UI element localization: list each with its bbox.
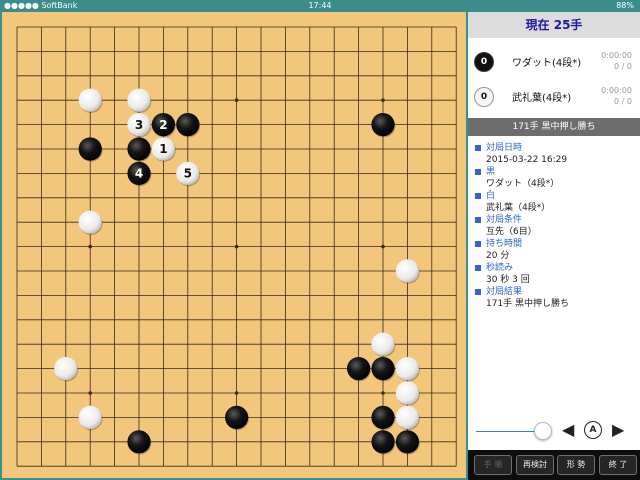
game-info-list: 対局日時 2015-03-22 16:29 黒 ワダット（4段*） 白 武礼葉（… bbox=[468, 142, 640, 310]
black-stone bbox=[395, 430, 419, 454]
info-label-byoyomi: 秒読み bbox=[468, 262, 640, 274]
black-stone bbox=[225, 405, 249, 429]
white-stone bbox=[78, 88, 102, 112]
white-player-name: 武礼葉(4段*) bbox=[512, 93, 572, 104]
bullet-square-icon bbox=[475, 241, 481, 247]
black-byoyomi: 0 / 0 bbox=[614, 62, 632, 71]
end-button[interactable]: 終 了 bbox=[599, 455, 637, 475]
info-label-time-limit: 持ち時間 bbox=[468, 238, 640, 250]
star-point bbox=[381, 98, 385, 102]
info-value-black: ワダット（4段*） bbox=[486, 179, 560, 189]
white-stone bbox=[395, 405, 419, 429]
white-stone bbox=[78, 405, 102, 429]
status-bar: ●●●●● SoftBank 17:44 88% bbox=[0, 0, 640, 12]
black-captures-badge: 0 bbox=[474, 52, 494, 72]
info-value-date: 2015-03-22 16:29 bbox=[486, 155, 568, 165]
star-point bbox=[381, 391, 385, 395]
move-number-label: 2 bbox=[159, 118, 167, 132]
black-player-name: ワダット(4段*) bbox=[512, 58, 582, 69]
move-slider-track[interactable] bbox=[476, 431, 542, 432]
info-value-result: 171手 黒中押し勝ち bbox=[486, 299, 570, 309]
clock-label: 17:44 bbox=[308, 1, 332, 10]
white-stone bbox=[371, 332, 395, 356]
bullet-square-icon bbox=[475, 169, 481, 175]
review-button[interactable]: 再検討 bbox=[516, 455, 554, 475]
white-stone bbox=[54, 357, 78, 381]
info-value-byoyomi: 30 秒 3 回 bbox=[486, 275, 530, 285]
player-white-row: 0 武礼葉(4段*) 0:00:00 0 / 0 bbox=[468, 81, 640, 111]
bullet-square-icon bbox=[475, 217, 481, 223]
playback-controls: ◀ A ▶ bbox=[468, 417, 640, 445]
black-stone bbox=[127, 137, 151, 161]
move-slider-knob[interactable] bbox=[534, 422, 552, 440]
white-stone bbox=[395, 259, 419, 283]
move-number-label: 4 bbox=[135, 167, 143, 181]
bullet-square-icon bbox=[475, 265, 481, 271]
white-stone bbox=[395, 357, 419, 381]
black-time: 0:00:00 bbox=[601, 51, 632, 60]
star-point bbox=[88, 244, 92, 249]
go-board-area[interactable]: 3 2 1 4 5 bbox=[2, 12, 466, 478]
move-number-label: 1 bbox=[159, 142, 167, 156]
info-label-conditions: 対局条件 bbox=[468, 214, 640, 226]
next-move-icon[interactable]: ▶ bbox=[612, 422, 624, 438]
white-byoyomi: 0 / 0 bbox=[614, 97, 632, 106]
game-info-panel: 現在 25手 0 ワダット(4段*) 0:00:00 0 / 0 0 武礼葉(4… bbox=[468, 12, 640, 480]
white-captures-badge: 0 bbox=[474, 87, 494, 107]
black-stone bbox=[371, 113, 395, 137]
black-stone bbox=[127, 430, 151, 454]
info-value-white: 武礼葉（4段*） bbox=[486, 203, 551, 213]
black-stone bbox=[347, 357, 371, 381]
white-stone bbox=[127, 88, 151, 112]
black-stone bbox=[176, 113, 200, 137]
info-label-date: 対局日時 bbox=[468, 142, 640, 154]
move-number-label: 5 bbox=[184, 167, 192, 181]
star-point bbox=[381, 244, 385, 249]
info-label-white: 白 bbox=[468, 190, 640, 202]
white-player-clock: 0:00:00 0 / 0 bbox=[601, 85, 632, 107]
position-eval-button[interactable]: 形 勢 bbox=[557, 455, 595, 475]
bullet-square-icon bbox=[475, 193, 481, 199]
battery-label: 88% bbox=[616, 1, 634, 10]
info-label-result: 対局結果 bbox=[468, 286, 640, 298]
info-value-time-limit: 20 分 bbox=[486, 251, 510, 261]
black-stone bbox=[78, 137, 102, 161]
player-black-row: 0 ワダット(4段*) 0:00:00 0 / 0 bbox=[468, 46, 640, 76]
move-number-label: 3 bbox=[135, 118, 143, 132]
star-point bbox=[234, 244, 239, 249]
move-order-button[interactable]: 手 順 bbox=[474, 455, 512, 475]
result-bar: 171手 黒中押し勝ち bbox=[468, 118, 640, 136]
bullet-square-icon bbox=[475, 289, 481, 295]
black-player-clock: 0:00:00 0 / 0 bbox=[601, 50, 632, 72]
white-stone bbox=[395, 381, 419, 405]
white-time: 0:00:00 bbox=[601, 86, 632, 95]
go-board[interactable]: 3 2 1 4 5 bbox=[2, 12, 466, 478]
previous-move-icon[interactable]: ◀ bbox=[562, 422, 574, 438]
black-stone bbox=[371, 405, 395, 429]
bullet-square-icon bbox=[475, 145, 481, 151]
black-stone bbox=[371, 430, 395, 454]
star-point bbox=[234, 98, 239, 102]
black-stone bbox=[371, 357, 395, 381]
star-point bbox=[234, 391, 239, 395]
star-point bbox=[88, 391, 92, 395]
bottom-toolbar: 手 順 再検討 形 勢 終 了 bbox=[468, 450, 640, 480]
white-stone bbox=[78, 210, 102, 234]
info-value-conditions: 互先（6目） bbox=[486, 227, 537, 237]
auto-play-icon[interactable]: A bbox=[584, 421, 602, 439]
current-move-header: 現在 25手 bbox=[468, 12, 640, 38]
info-label-black: 黒 bbox=[468, 166, 640, 178]
